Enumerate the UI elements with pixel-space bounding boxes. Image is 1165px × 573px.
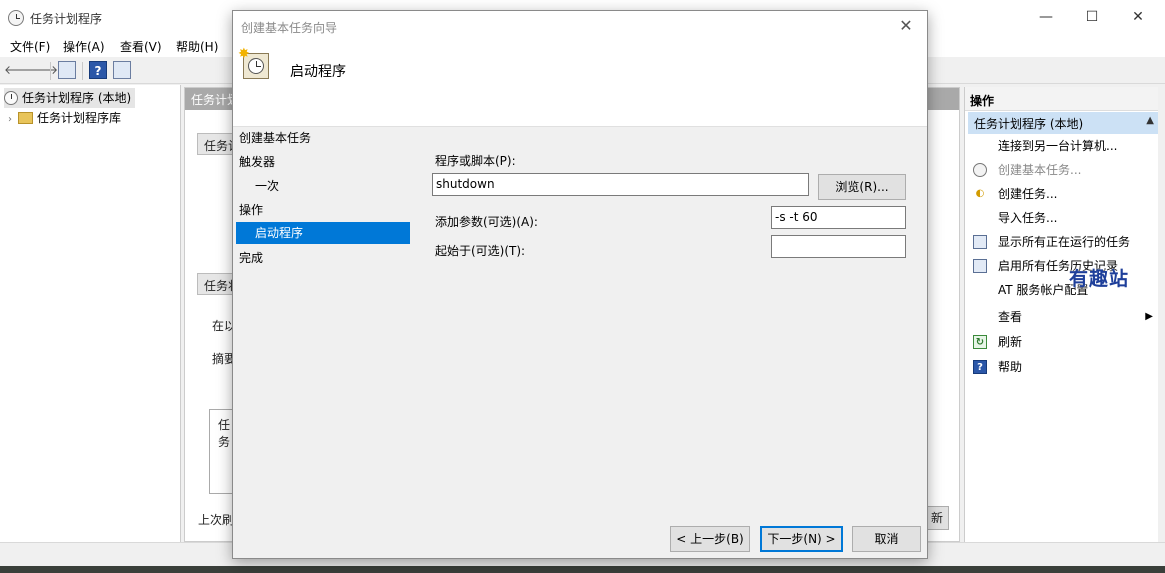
dialog-heading: 启动程序: [290, 64, 346, 80]
grid-icon: [973, 235, 987, 249]
clock-icon: [973, 163, 987, 177]
menu-view[interactable]: 查看(V): [120, 38, 162, 55]
action-show-running[interactable]: 显示所有正在运行的任务: [970, 230, 1155, 254]
action-label: 帮助: [998, 360, 1023, 374]
action-create-task[interactable]: ◐ 创建任务...: [970, 182, 1155, 206]
action-create-basic-task[interactable]: 创建基本任务...: [970, 158, 1155, 182]
action-view[interactable]: 查看 ▶: [970, 305, 1155, 329]
tree-item-root[interactable]: 任务计划程序 (本地): [4, 88, 136, 108]
actions-section-header[interactable]: 任务计划程序 (本地) ▲: [968, 112, 1158, 134]
task-scheduler-icon: [8, 10, 24, 26]
toolbar-separator: [82, 62, 83, 80]
refresh-button[interactable]: 新: [925, 506, 949, 530]
navigation-tree: 任务计划程序 (本地) › 任务计划程序库: [0, 85, 181, 542]
program-label: 程序或脚本(P):: [435, 154, 516, 168]
clock-face-icon: [248, 58, 264, 74]
tree-root-label: 任务计划程序 (本地): [22, 91, 132, 105]
action-label: 创建基本任务...: [998, 163, 1082, 177]
collapse-icon[interactable]: ▲: [1146, 115, 1154, 126]
chevron-right-icon[interactable]: ›: [8, 110, 18, 130]
dialog-title-bar: 创建基本任务向导 ✕: [233, 11, 927, 41]
action-label: 创建任务...: [998, 187, 1058, 201]
refresh-icon: ↻: [973, 335, 987, 349]
back-arrow-icon[interactable]: 🡐: [4, 61, 36, 79]
actions-section-label: 任务计划程序 (本地): [974, 117, 1084, 131]
next-button[interactable]: 下一步(N) >: [760, 526, 843, 552]
task-list-header: 任务: [218, 418, 231, 449]
wizard-clock-icon: ✸: [238, 46, 269, 79]
clock-icon: [4, 91, 18, 105]
action-label: 刷新: [998, 335, 1023, 349]
history-icon: [973, 259, 987, 273]
args-input[interactable]: -s -t 60: [771, 206, 906, 229]
args-label: 添加参数(可选)(A):: [435, 215, 538, 229]
dialog-header: ✸ 启动程序: [233, 41, 927, 127]
tree-library-label: 任务计划程序库: [37, 111, 122, 125]
window-title: 任务计划程序: [30, 12, 103, 26]
minimize-button[interactable]: —: [1023, 0, 1069, 35]
menu-help[interactable]: 帮助(H): [176, 38, 218, 55]
menu-action[interactable]: 操作(A): [63, 38, 105, 55]
create-basic-task-wizard: 创建基本任务向导 ✕ ✸ 启动程序 创建基本任务 触发器 一次 操作 启动程序 …: [232, 10, 928, 559]
action-refresh[interactable]: ↻ 刷新: [970, 330, 1155, 354]
cancel-button[interactable]: 取消: [852, 526, 921, 552]
start-in-input[interactable]: [771, 235, 906, 258]
show-hide-tree-icon[interactable]: [58, 61, 76, 79]
new-task-icon: ◐: [975, 188, 985, 199]
menu-file[interactable]: 文件(F): [10, 38, 50, 55]
action-label: 显示所有正在运行的任务: [998, 235, 1131, 249]
action-label: 导入任务...: [998, 211, 1058, 225]
dialog-title: 创建基本任务向导: [241, 21, 338, 35]
dialog-close-icon[interactable]: ✕: [891, 15, 921, 37]
actions-pane: 操作 任务计划程序 (本地) ▲ 连接到另一台计算机... 创建基本任务... …: [964, 87, 1158, 542]
show-hide-action-pane-icon[interactable]: [113, 61, 131, 79]
tree-item-library[interactable]: › 任务计划程序库: [8, 108, 121, 128]
action-label: 连接到另一台计算机...: [998, 139, 1118, 153]
step-finish[interactable]: 完成: [239, 247, 263, 269]
folder-icon: [18, 112, 33, 124]
step-start-program[interactable]: 启动程序: [236, 222, 410, 244]
action-connect-computer[interactable]: 连接到另一台计算机...: [970, 134, 1155, 158]
forward-arrow-icon[interactable]: 🡒: [26, 61, 58, 79]
maximize-button[interactable]: ☐: [1069, 0, 1115, 35]
close-button[interactable]: ✕: [1115, 0, 1161, 35]
start-in-label: 起始于(可选)(T):: [435, 244, 526, 258]
watermark-logo: 有趣站: [1069, 268, 1130, 290]
step-create-basic-task[interactable]: 创建基本任务: [239, 127, 311, 149]
toolbar-separator: [50, 62, 51, 80]
star-icon: ✸: [238, 46, 250, 62]
action-import-task[interactable]: 导入任务...: [970, 206, 1155, 230]
action-label: 查看: [998, 310, 1023, 324]
action-help[interactable]: ? 帮助: [970, 355, 1155, 379]
step-trigger[interactable]: 触发器: [239, 151, 275, 173]
step-action[interactable]: 操作: [239, 199, 263, 221]
back-button[interactable]: < 上一步(B): [670, 526, 750, 552]
help-icon[interactable]: ?: [89, 61, 107, 79]
wizard-steps: 创建基本任务 触发器 一次 操作 启动程序 完成: [233, 127, 413, 427]
submenu-arrow-icon: ▶: [1145, 311, 1153, 322]
program-input[interactable]: shutdown: [432, 173, 809, 196]
browse-button[interactable]: 浏览(R)...: [818, 174, 906, 200]
step-once[interactable]: 一次: [255, 175, 279, 197]
actions-header: 操作: [965, 87, 1158, 111]
last-refresh-text: 上次刷: [198, 513, 235, 527]
help-icon: ?: [973, 360, 987, 374]
